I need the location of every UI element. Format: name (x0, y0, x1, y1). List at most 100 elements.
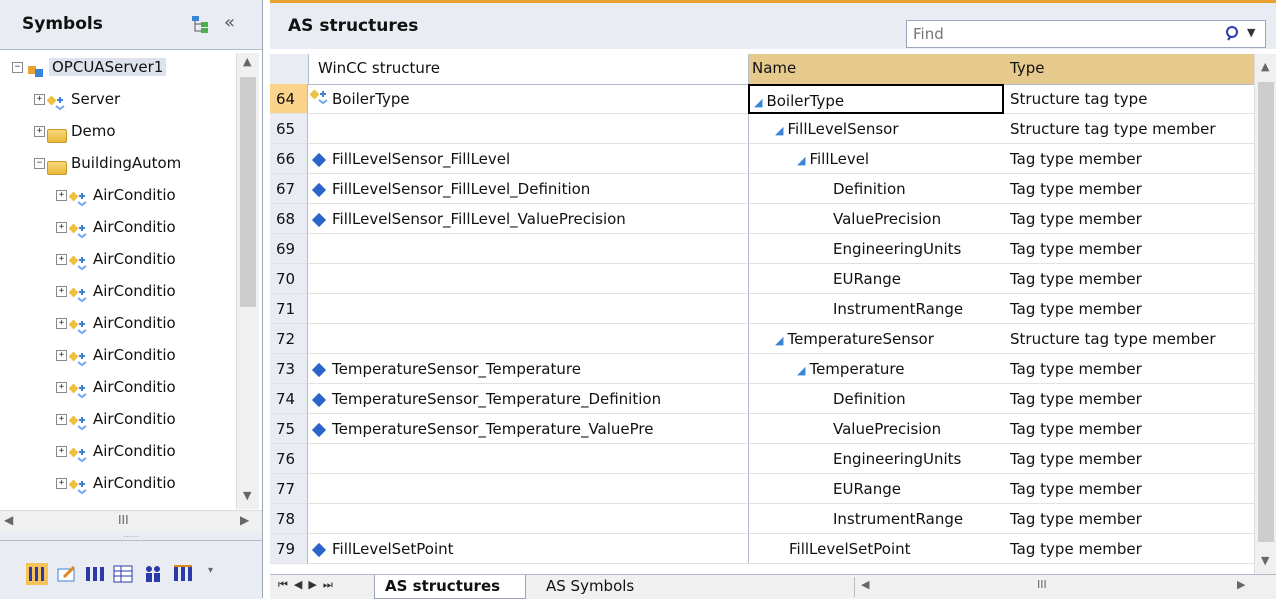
scroll-up-icon[interactable]: ▲ (243, 55, 251, 68)
find-box[interactable]: ▼ (906, 20, 1266, 48)
tree-node[interactable]: − OPCUAServer1 (12, 53, 167, 81)
table-row[interactable]: 65 ◢ FillLevelSensor Structure tag type mem… (270, 114, 1276, 144)
column-header-name[interactable]: Name (752, 59, 796, 77)
row-number[interactable]: 72 (270, 324, 308, 354)
row-number[interactable]: 70 (270, 264, 308, 294)
tree-node[interactable]: + AirConditio (56, 213, 176, 241)
wincc-structure-cell[interactable] (308, 324, 748, 354)
name-cell[interactable]: FillLevelSetPoint (748, 534, 1004, 564)
name-cell[interactable]: ValuePrecision (748, 414, 1004, 444)
type-cell[interactable]: Tag type member (1004, 264, 1254, 294)
table-row[interactable]: 70 EURange Tag type member (270, 264, 1276, 294)
grid-vertical-scrollbar[interactable]: ▲ ▼ (1254, 54, 1276, 574)
scroll-grip[interactable]: III (118, 513, 129, 527)
name-cell[interactable]: ◢ TemperatureSensor (748, 324, 1004, 354)
wincc-structure-cell[interactable] (308, 234, 748, 264)
tree-node[interactable]: + AirConditio (56, 437, 176, 465)
wincc-structure-cell[interactable]: TemperatureSensor_Temperature_ValuePre (308, 414, 748, 444)
expand-icon[interactable]: + (56, 478, 67, 489)
name-cell[interactable]: EngineeringUnits (748, 444, 1004, 474)
search-icon[interactable] (1225, 25, 1243, 43)
find-input[interactable] (911, 23, 1215, 45)
collapse-panel-icon[interactable]: « (224, 12, 235, 33)
name-cell[interactable]: ◢ BoilerType (748, 84, 1004, 114)
hscroll-right-icon[interactable]: ▶ (1237, 578, 1245, 591)
row-number[interactable]: 68 (270, 204, 308, 234)
wincc-structure-cell[interactable]: FillLevelSetPoint (308, 534, 748, 564)
type-cell[interactable]: Structure tag type member (1004, 324, 1254, 354)
table-row[interactable]: 73 TemperatureSensor_Temperature ◢ Temperat… (270, 354, 1276, 384)
tree-node[interactable]: + Server (34, 85, 120, 113)
tree-node[interactable]: + AirConditio (56, 469, 176, 497)
wincc-structure-cell[interactable] (308, 504, 748, 534)
tree-node[interactable]: + AirConditio (56, 405, 176, 433)
scroll-down-icon[interactable]: ▼ (243, 489, 251, 502)
expand-icon[interactable]: + (56, 446, 67, 457)
wincc-structure-cell[interactable]: FillLevelSensor_FillLevel (308, 144, 748, 174)
table-row[interactable]: 79 FillLevelSetPoint FillLevelSetPoint Tag … (270, 534, 1276, 564)
expand-icon[interactable]: + (56, 190, 67, 201)
tree-node[interactable]: + AirConditio (56, 341, 176, 369)
table-row[interactable]: 67 FillLevelSensor_FillLevel_Definition De… (270, 174, 1276, 204)
panel-splitter[interactable]: ...... (0, 531, 262, 540)
expand-triangle-icon[interactable]: ◢ (775, 334, 783, 347)
table-row[interactable]: 66 FillLevelSensor_FillLevel ◢ FillLevel Tag… (270, 144, 1276, 174)
wincc-structure-cell[interactable] (308, 474, 748, 504)
collapse-icon[interactable]: − (34, 158, 45, 169)
expand-icon[interactable]: + (56, 414, 67, 425)
expand-icon[interactable]: + (34, 126, 45, 137)
expand-icon[interactable]: + (34, 94, 45, 105)
tree-node[interactable]: + AirConditio (56, 245, 176, 273)
expand-triangle-icon[interactable]: ◢ (754, 96, 762, 109)
expand-icon[interactable]: + (56, 318, 67, 329)
name-cell[interactable]: ◢ Temperature (748, 354, 1004, 384)
expand-triangle-icon[interactable]: ◢ (775, 124, 783, 137)
wincc-structure-cell[interactable] (308, 114, 748, 144)
table-row[interactable]: 78 InstrumentRange Tag type member (270, 504, 1276, 534)
column-header-wincc[interactable]: WinCC structure (318, 59, 440, 77)
name-cell[interactable]: EURange (748, 474, 1004, 504)
expand-triangle-icon[interactable]: ◢ (797, 154, 805, 167)
name-cell[interactable]: Definition (748, 174, 1004, 204)
tree-vscroll-thumb[interactable] (240, 77, 256, 307)
name-cell[interactable]: InstrumentRange (748, 504, 1004, 534)
expand-triangle-icon[interactable]: ◢ (797, 364, 805, 377)
row-number[interactable]: 65 (270, 114, 308, 144)
edit-list-icon[interactable] (56, 563, 78, 585)
table-row[interactable]: 75 TemperatureSensor_Temperature_ValuePre… (270, 414, 1276, 444)
row-number[interactable]: 73 (270, 354, 308, 384)
table-view-icon[interactable] (112, 563, 134, 585)
row-number[interactable]: 77 (270, 474, 308, 504)
users-icon[interactable] (142, 563, 164, 585)
type-cell[interactable]: Structure tag type (1004, 84, 1254, 114)
row-number[interactable]: 78 (270, 504, 308, 534)
name-cell[interactable]: ValuePrecision (748, 204, 1004, 234)
row-number[interactable]: 67 (270, 174, 308, 204)
type-cell[interactable]: Tag type member (1004, 294, 1254, 324)
table-row[interactable]: 77 EURange Tag type member (270, 474, 1276, 504)
table-row[interactable]: 71 InstrumentRange Tag type member (270, 294, 1276, 324)
table-row[interactable]: 64 BoilerType ◢ BoilerType Structure tag typ… (270, 84, 1276, 114)
find-dropdown-icon[interactable]: ▼ (1247, 26, 1255, 39)
table-row[interactable]: 74 TemperatureSensor_Temperature_Definiti… (270, 384, 1276, 414)
wincc-structure-cell[interactable]: FillLevelSensor_FillLevel_ValuePrecision (308, 204, 748, 234)
name-cell[interactable]: ◢ FillLevel (748, 144, 1004, 174)
tree-node[interactable]: + AirConditio (56, 277, 176, 305)
wincc-structure-cell[interactable]: FillLevelSensor_FillLevel_Definition (308, 174, 748, 204)
row-number[interactable]: 74 (270, 384, 308, 414)
expand-icon[interactable]: + (56, 222, 67, 233)
tree-node[interactable]: + AirConditio (56, 373, 176, 401)
table-row[interactable]: 72 ◢ TemperatureSensor Structure tag type m… (270, 324, 1276, 354)
grid-scroll-up-icon[interactable]: ▲ (1261, 60, 1269, 73)
wincc-structure-cell[interactable] (308, 264, 748, 294)
expand-icon[interactable]: + (56, 382, 67, 393)
row-number[interactable]: 71 (270, 294, 308, 324)
type-cell[interactable]: Tag type member (1004, 534, 1254, 564)
structure-columns-icon[interactable] (172, 563, 194, 585)
type-cell[interactable]: Tag type member (1004, 204, 1254, 234)
row-number[interactable]: 75 (270, 414, 308, 444)
name-cell[interactable]: InstrumentRange (748, 294, 1004, 324)
type-cell[interactable]: Tag type member (1004, 144, 1254, 174)
collapse-icon[interactable]: − (12, 62, 23, 73)
row-number[interactable]: 79 (270, 534, 308, 564)
